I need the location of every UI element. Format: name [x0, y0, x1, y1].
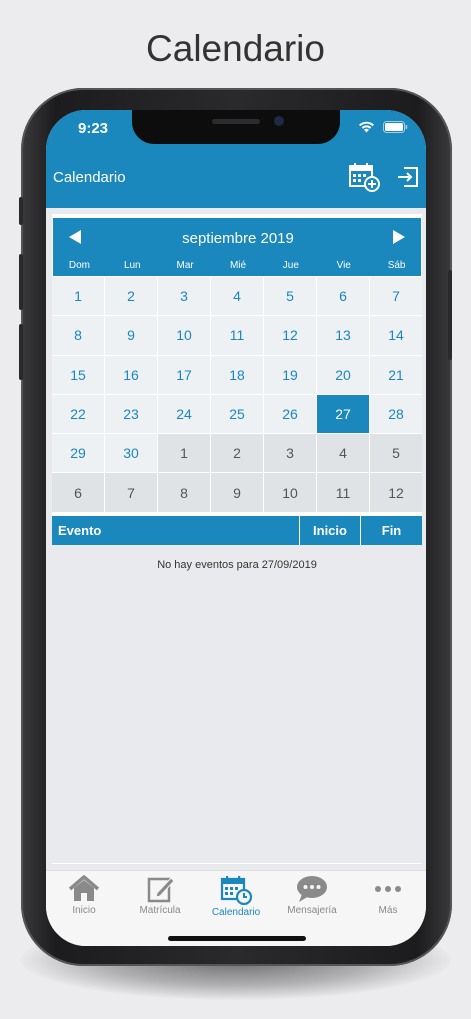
weekday-label: Jue	[282, 260, 299, 271]
screen: 9:23 Calendario septiembre 2019 Dom Lun …	[46, 110, 426, 946]
events-table-header: Evento Inicio Fin	[52, 516, 422, 545]
calendar-day[interactable]: 19	[264, 355, 316, 394]
speaker	[212, 119, 260, 124]
column-event: Evento	[52, 516, 300, 545]
weekday-row: Dom Lun Mar Mié Jue Vie Sáb	[53, 260, 423, 271]
calendar-day[interactable]: 24	[158, 394, 210, 434]
calendar-clock-icon	[220, 876, 253, 905]
tab-mas[interactable]: Más	[350, 871, 426, 946]
tab-mensajeria[interactable]: Mensajería	[274, 871, 350, 946]
calendar-day[interactable]: 28	[370, 394, 422, 434]
weekday-label: Mié	[229, 260, 247, 271]
calendar-day[interactable]: 16	[105, 355, 157, 394]
page-title: Calendario	[146, 28, 325, 69]
weekday-label: Lun	[123, 260, 141, 271]
calendar-day[interactable]: 26	[264, 394, 316, 434]
calendar-day[interactable]: 8	[158, 473, 210, 512]
status-time: 9:23	[78, 120, 109, 137]
calendar-day[interactable]: 30	[105, 434, 157, 473]
tab-matricula[interactable]: Matrícula	[122, 871, 198, 946]
calendar-day[interactable]: 7	[105, 473, 157, 512]
calendar-day[interactable]: 29	[52, 434, 104, 473]
calendar-day[interactable]: 17	[158, 355, 210, 394]
column-start: Inicio	[300, 516, 361, 545]
edit-icon	[147, 877, 175, 903]
wifi-icon	[359, 121, 374, 133]
calendar-day[interactable]: 8	[52, 316, 104, 355]
exit-icon[interactable]	[396, 165, 420, 189]
calendar-day[interactable]: 7	[370, 277, 422, 316]
calendar-day[interactable]: 3	[158, 277, 210, 316]
home-icon	[68, 875, 100, 901]
calendar-day[interactable]: 11	[317, 473, 369, 512]
tab-label: Más	[378, 905, 398, 916]
front-camera	[274, 116, 284, 126]
calendar-day[interactable]: 14	[370, 316, 422, 355]
calendar-day[interactable]: 20	[317, 355, 369, 394]
calendar-day[interactable]: 22	[52, 394, 104, 434]
more-icon	[375, 886, 401, 892]
calendar-day[interactable]: 2	[105, 277, 157, 316]
notch	[132, 110, 340, 144]
calendar-day[interactable]: 4	[211, 277, 263, 316]
calendar-day[interactable]: 3	[264, 434, 316, 473]
tab-calendario[interactable]: Calendario	[198, 871, 274, 946]
weekday-label: Dom	[68, 260, 90, 271]
home-indicator	[168, 936, 306, 941]
status-icons	[358, 121, 408, 133]
app-header: 9:23 Calendario	[46, 110, 426, 208]
side-button-volume-down	[19, 324, 23, 380]
no-events-message: No hay eventos para 27/09/2019	[157, 559, 317, 571]
weekday-label: Sáb	[387, 260, 406, 271]
calendar-day[interactable]: 12	[370, 473, 422, 512]
calendar-day[interactable]: 6	[52, 473, 104, 512]
calendar-day[interactable]: 12	[264, 316, 316, 355]
chat-icon	[297, 876, 327, 902]
calendar-day[interactable]: 1	[52, 277, 104, 316]
tab-label: Inicio	[72, 905, 96, 916]
calendar-day[interactable]: 10	[264, 473, 316, 512]
calendar-day[interactable]: 1	[158, 434, 210, 473]
calendar-day[interactable]: 2	[211, 434, 263, 473]
calendar-day-selected[interactable]: 27	[317, 394, 369, 434]
calendar-day[interactable]: 23	[105, 394, 157, 434]
side-button-volume-up	[19, 254, 23, 310]
tab-label: Matrícula	[139, 905, 181, 916]
calendar-day[interactable]: 21	[370, 355, 422, 394]
calendar-grid: 1 2 3 4 5 6 7 8 9 10 11 12 13 14 15 16 17 18 19 20 21 22 23 24 2…	[52, 277, 422, 512]
calendar-day[interactable]: 5	[370, 434, 422, 473]
weekday-label: Mar	[176, 260, 194, 271]
calendar-day[interactable]: 9	[211, 473, 263, 512]
tab-bar: Inicio Matrícula Calendario Mensajería M…	[46, 870, 426, 946]
side-button-power	[448, 270, 452, 360]
calendar-day[interactable]: 4	[317, 434, 369, 473]
calendar-day[interactable]: 25	[211, 394, 263, 434]
weekday-label: Vie	[336, 260, 351, 271]
calendar-day[interactable]: 5	[264, 277, 316, 316]
column-end: Fin	[381, 523, 402, 538]
calendar-day[interactable]: 6	[317, 277, 369, 316]
next-month-arrow[interactable]	[392, 229, 406, 245]
events-list: No hay eventos para 27/09/2019	[52, 545, 422, 863]
calendar-day[interactable]: 18	[211, 355, 263, 394]
tab-label: Calendario	[211, 907, 261, 918]
calendar-header: septiembre 2019 Dom Lun Mar Mié Jue Vie …	[52, 217, 422, 277]
calendar-day[interactable]: 15	[52, 355, 104, 394]
month-label: septiembre 2019	[182, 230, 294, 247]
calendar-add-icon[interactable]	[348, 162, 380, 192]
tab-label: Mensajería	[287, 905, 337, 916]
battery-icon	[383, 121, 408, 133]
calendar-day[interactable]: 10	[158, 316, 210, 355]
side-button-mute	[19, 197, 23, 225]
calendar-day[interactable]: 13	[317, 316, 369, 355]
tab-inicio[interactable]: Inicio	[46, 871, 122, 946]
header-title: Calendario	[53, 169, 126, 186]
content-card: septiembre 2019 Dom Lun Mar Mié Jue Vie …	[52, 214, 422, 864]
calendar-day[interactable]: 11	[211, 316, 263, 355]
calendar-day[interactable]: 9	[105, 316, 157, 355]
